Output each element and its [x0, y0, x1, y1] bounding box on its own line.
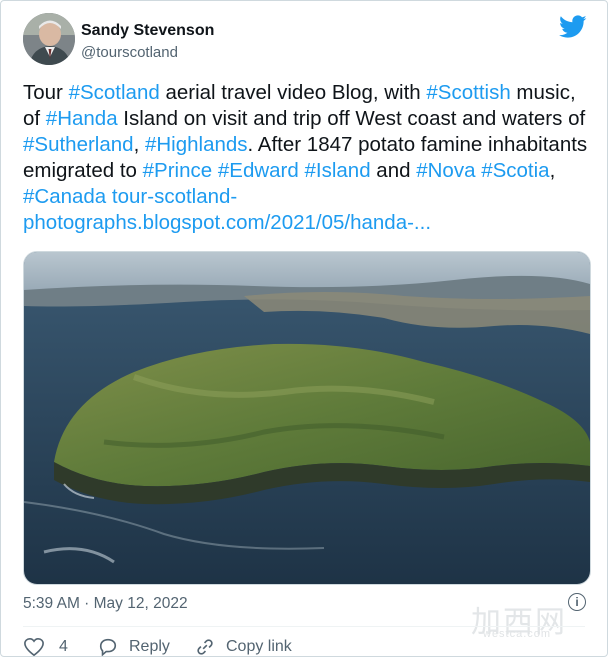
reply-label: Reply: [129, 638, 170, 655]
hashtag-link[interactable]: #Sutherland: [23, 133, 134, 156]
copy-link-button[interactable]: Copy link: [194, 637, 292, 656]
tweet-card: Sandy Stevenson @tourscotland Tour #Scot…: [0, 0, 608, 657]
hashtag-link[interactable]: #Edward: [218, 159, 299, 182]
tweet-text-segment: Island on visit and trip off West coast …: [117, 107, 586, 130]
hashtag-link[interactable]: #Canada: [23, 185, 106, 208]
like-button[interactable]: 4: [23, 637, 68, 656]
tweet-text-segment: aerial travel video Blog, with: [159, 81, 427, 104]
author-name[interactable]: Sandy Stevenson: [81, 22, 214, 40]
hashtag-link[interactable]: #Island: [305, 159, 371, 182]
info-icon[interactable]: i: [568, 593, 586, 611]
author-handle[interactable]: @tourscotland: [81, 44, 178, 61]
hashtag-link[interactable]: #Scottish: [426, 81, 510, 104]
tweet-timestamp[interactable]: 5:39 AM · May 12, 2022: [23, 595, 188, 613]
avatar-photo: [23, 13, 75, 65]
tweet-text-segment: ,: [549, 159, 556, 182]
tweet-text-segment: ,: [133, 133, 145, 156]
divider: [23, 626, 585, 627]
heart-icon: [24, 637, 44, 656]
watermark-url: westca.com: [483, 628, 552, 640]
reply-icon: [99, 638, 117, 656]
link-icon: [197, 639, 213, 655]
island-aerial-photo: [24, 252, 590, 584]
hashtag-link[interactable]: #Prince: [143, 159, 213, 182]
tweet-text-segment: Tour: [23, 81, 69, 104]
copy-link-label: Copy link: [226, 638, 292, 655]
hashtag-link[interactable]: #Scotia: [481, 159, 549, 182]
bird-icon[interactable]: [559, 15, 587, 39]
hashtag-link[interactable]: #Handa: [46, 107, 118, 130]
tweet-text: Tour #Scotland aerial travel video Blog,…: [23, 80, 593, 236]
tweet-text-segment: and: [370, 159, 417, 182]
like-count: 4: [59, 638, 68, 655]
avatar[interactable]: [23, 13, 75, 65]
hashtag-link[interactable]: #Nova: [416, 159, 475, 182]
reply-button[interactable]: Reply: [97, 637, 170, 656]
hashtag-link[interactable]: #Highlands: [145, 133, 248, 156]
hashtag-link[interactable]: #Scotland: [69, 81, 160, 104]
tweet-media[interactable]: [23, 251, 591, 585]
